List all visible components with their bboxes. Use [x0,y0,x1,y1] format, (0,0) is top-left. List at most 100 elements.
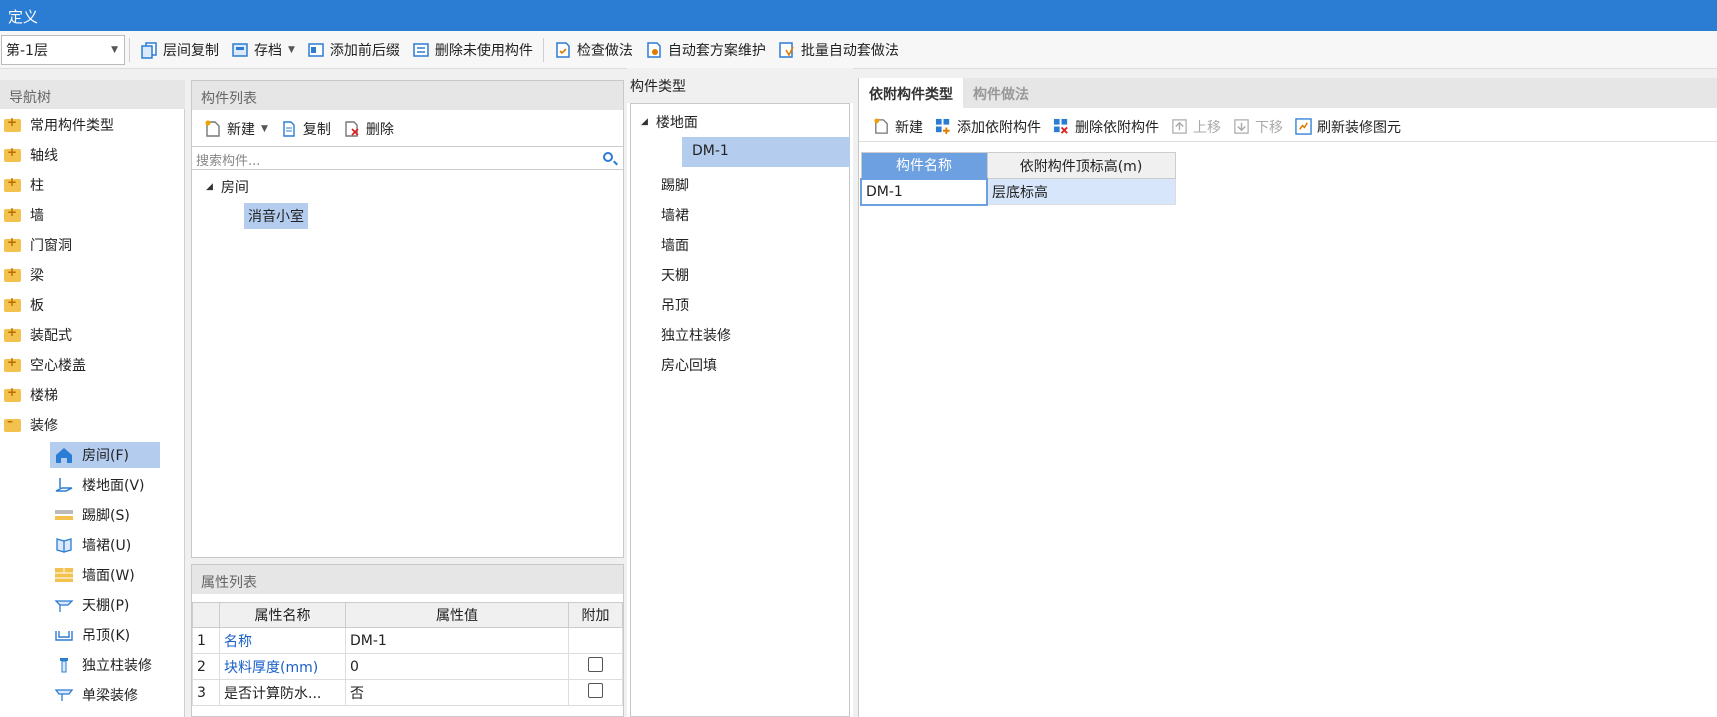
folder-icon [4,205,21,222]
nav-item-stairs[interactable]: 楼梯 [4,382,58,408]
folder-icon [4,385,21,402]
navigation-tree-panel: 导航树 常用构件类型 轴线 柱 墙 门窗洞 梁 板 装配式 空心楼盖 楼梯 装修… [0,80,185,717]
nav-item-prefab[interactable]: 装配式 [4,322,72,348]
type-node-dado[interactable]: 墙裙 [661,202,689,228]
table-row[interactable]: DM-1 层底标高 [860,177,1176,206]
type-node-selected[interactable]: DM-1 [682,137,850,167]
top-elevation-cell[interactable]: 层底标高 [986,178,1176,205]
index-column-header [192,602,220,628]
folder-icon [4,265,21,282]
nav-item-decoration[interactable]: 装修 [4,412,58,438]
copy-layers-icon [141,41,157,59]
dado-icon [56,538,72,553]
property-table: 属性名称 属性值 附加 1 名称 DM-1 2 块料厚度(mm) 0 3 是否计… [192,602,623,706]
refresh-decoration-button[interactable]: 刷新装修图元 [1289,117,1407,137]
column-header-value: 属性值 [345,602,569,628]
type-node-suspended-ceiling[interactable]: 吊顶 [661,292,689,318]
gear-document-icon [647,41,661,58]
type-node-ceiling[interactable]: 天棚 [661,262,689,288]
type-node-backfill[interactable]: 房心回填 [661,352,717,378]
brick-wall-icon [55,568,73,582]
check-method-button[interactable]: 检查做法 [548,35,639,65]
new-document-icon [205,120,220,137]
batch-apply-icon [779,41,794,58]
delete-icon [345,121,359,137]
tree-node-room[interactable]: ◢ 房间 [206,177,249,197]
table-row[interactable]: 2 块料厚度(mm) 0 [192,653,623,680]
batch-auto-button[interactable]: 批量自动套做法 [772,35,905,65]
chevron-down-icon: ▼ [261,124,268,134]
nav-item-common[interactable]: 常用构件类型 [4,112,114,138]
component-name-cell[interactable]: DM-1 [860,177,988,206]
folder-icon [4,355,21,372]
table-header-row: 构件名称 依附构件顶标高(m) [860,152,1176,179]
chevron-down-icon: ▼ [288,44,295,55]
property-value-cell[interactable]: DM-1 [345,627,569,654]
nav-sub-skirting[interactable]: 踢脚(S) [50,502,134,528]
column-header-component-name: 构件名称 [860,152,988,179]
chevron-down-icon: ▼ [111,44,118,55]
tab-bar: 依附构件类型 构件做法 [859,78,1717,108]
tab-component-method[interactable]: 构件做法 [963,78,1039,108]
copy-component-button[interactable]: 复制 [274,114,337,144]
nav-sub-dado[interactable]: 墙裙(U) [50,532,135,558]
delete-component-button[interactable]: 删除 [337,114,400,144]
nav-item-axis[interactable]: 轴线 [4,142,58,168]
new-component-button[interactable]: 新建 ▼ [198,114,274,144]
column-header-extra: 附加 [568,602,623,628]
type-node-wall-surface[interactable]: 墙面 [661,232,689,258]
auto-scheme-button[interactable]: 自动套方案维护 [639,35,772,65]
nav-item-door-window[interactable]: 门窗洞 [4,232,72,258]
tab-attached-types[interactable]: 依附构件类型 [859,78,963,108]
move-down-button[interactable]: 下移 [1227,117,1289,137]
component-type-panel: 构件类型 ◢ 楼地面 DM-1 踢脚 墙裙 墙面 天棚 吊顶 独立柱装修 房心回… [627,68,853,717]
search-icon[interactable] [603,152,613,162]
nav-sub-wall-surface[interactable]: 墙面(W) [50,562,139,588]
component-list-panel: 构件列表 新建 ▼ 复制 删除 搜索构件... ◢ 房间 消音小室 [191,80,624,558]
extra-checkbox[interactable] [588,683,603,698]
nav-item-wall[interactable]: 墙 [4,202,44,228]
nav-sub-floor[interactable]: 楼地面(V) [50,472,149,498]
archive-button[interactable]: 存档 ▼ [225,35,301,65]
move-up-button[interactable]: 上移 [1165,117,1227,137]
table-row[interactable]: 3 是否计算防水... 否 [192,679,623,706]
nav-item-beam[interactable]: 梁 [4,262,44,288]
property-value-cell[interactable]: 否 [345,679,569,706]
table-row[interactable]: 1 名称 DM-1 [192,627,623,654]
nav-item-slab[interactable]: 板 [4,292,44,318]
nav-sub-room[interactable]: 房间(F) [50,442,160,468]
type-node-column-decoration[interactable]: 独立柱装修 [661,322,731,348]
toolbar-divider [129,37,130,62]
folder-icon [4,295,21,312]
type-node-floor[interactable]: ◢ 楼地面 [641,109,698,135]
nav-sub-column-decoration[interactable]: 独立柱装修 [50,652,156,678]
add-prefix-suffix-button[interactable]: 添加前后缀 [301,35,406,65]
attached-components-table: 构件名称 依附构件顶标高(m) DM-1 层底标高 [860,152,1176,206]
component-search-input[interactable]: 搜索构件... [192,146,623,170]
extra-checkbox[interactable] [588,657,603,672]
type-node-skirting[interactable]: 踢脚 [661,172,689,198]
nav-item-column[interactable]: 柱 [4,172,44,198]
nav-sub-suspended-ceiling[interactable]: 吊顶(K) [50,622,134,648]
nav-sub-beam-decoration[interactable]: 单梁装修 [50,682,142,708]
property-value-cell[interactable]: 0 [345,653,569,680]
nav-item-hollow-floor[interactable]: 空心楼盖 [4,352,86,378]
floor-select[interactable]: 第-1层 ▼ [1,34,125,65]
prefix-suffix-icon [308,42,324,57]
column-header-top-elevation: 依附构件顶标高(m) [986,152,1176,179]
delete-unused-button[interactable]: 删除未使用构件 [406,35,539,65]
window-title: 定义 [8,8,39,26]
delete-grid-icon [1053,118,1068,134]
column-icon [60,658,68,673]
arrow-down-icon [1234,119,1249,134]
floor-copy-button[interactable]: 层间复制 [134,35,225,65]
new-attached-button[interactable]: 新建 [867,117,929,137]
collapse-triangle-icon[interactable]: ◢ [206,182,213,192]
component-type-tree: ◢ 楼地面 DM-1 踢脚 墙裙 墙面 天棚 吊顶 独立柱装修 房心回填 [630,103,850,717]
list-delete-icon [413,42,429,57]
nav-sub-ceiling[interactable]: 天棚(P) [50,592,133,618]
tree-node-selected-room[interactable]: 消音小室 [244,203,308,229]
collapse-triangle-icon[interactable]: ◢ [641,117,648,127]
delete-attached-button[interactable]: 删除依附构件 [1047,117,1165,137]
add-attached-button[interactable]: 添加依附构件 [929,117,1047,137]
